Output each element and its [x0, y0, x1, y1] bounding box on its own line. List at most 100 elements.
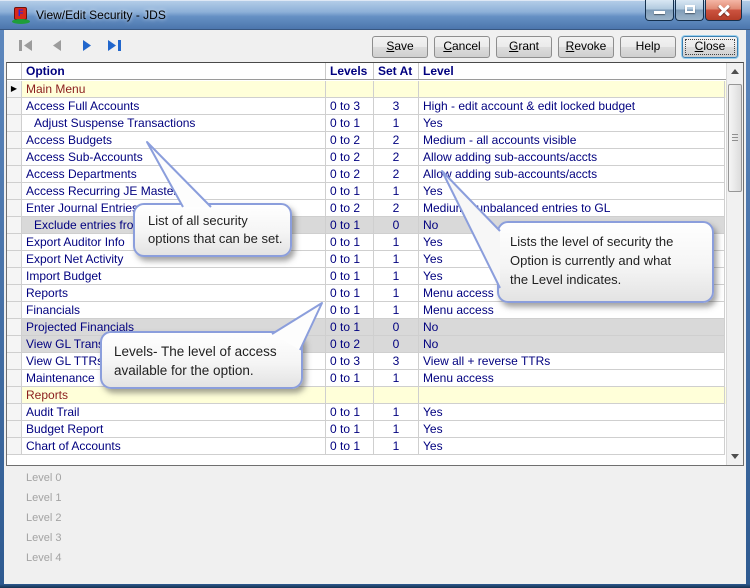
levels-cell[interactable]: 0 to 1 — [326, 421, 374, 438]
set-at-cell[interactable]: 2 — [374, 166, 419, 183]
level-cell[interactable]: Allow adding sub-accounts/accts — [419, 166, 725, 183]
row-indicator-arrow-icon[interactable]: ▶ — [7, 81, 22, 98]
grant-button[interactable]: Grant — [496, 36, 552, 58]
maximize-button[interactable] — [675, 0, 704, 21]
level-cell[interactable] — [419, 81, 725, 98]
option-cell[interactable]: Financials — [22, 302, 326, 319]
minimize-button[interactable] — [645, 0, 674, 21]
levels-cell[interactable]: 0 to 1 — [326, 268, 374, 285]
grid-row[interactable]: Audit Trail0 to 11Yes — [7, 404, 726, 421]
levels-cell[interactable]: 0 to 1 — [326, 115, 374, 132]
levels-cell[interactable]: 0 to 1 — [326, 183, 374, 200]
row-selector-cell[interactable] — [7, 149, 22, 166]
set-at-cell[interactable] — [374, 81, 419, 98]
revoke-button[interactable]: Revoke — [558, 36, 614, 58]
level-cell[interactable]: Allow adding sub-accounts/accts — [419, 149, 725, 166]
row-selector-cell[interactable] — [7, 285, 22, 302]
row-selector-cell[interactable] — [7, 268, 22, 285]
option-cell[interactable]: Access Departments — [22, 166, 326, 183]
app-icon[interactable] — [12, 6, 30, 24]
levels-cell[interactable]: 0 to 1 — [326, 438, 374, 455]
level-cell[interactable]: High - edit account & edit locked budget — [419, 98, 725, 115]
option-cell[interactable]: Access Sub-Accounts — [22, 149, 326, 166]
row-selector-cell[interactable] — [7, 200, 22, 217]
level-cell[interactable]: Menu access — [419, 370, 725, 387]
row-selector-cell[interactable] — [7, 421, 22, 438]
set-at-cell[interactable]: 0 — [374, 336, 419, 353]
option-cell[interactable]: Access Full Accounts — [22, 98, 326, 115]
save-button[interactable]: Save — [372, 36, 428, 58]
grid-row[interactable]: Access Recurring JE Masters0 to 11Yes — [7, 183, 726, 200]
set-at-cell[interactable]: 1 — [374, 285, 419, 302]
level-cell[interactable]: Yes — [419, 421, 725, 438]
row-selector-cell[interactable] — [7, 370, 22, 387]
row-selector-cell[interactable] — [7, 353, 22, 370]
set-at-cell[interactable]: 2 — [374, 149, 419, 166]
levels-cell[interactable] — [326, 387, 374, 404]
levels-cell[interactable]: 0 to 2 — [326, 149, 374, 166]
set-at-cell[interactable]: 1 — [374, 438, 419, 455]
option-cell[interactable]: Chart of Accounts — [22, 438, 326, 455]
grid-vertical-scrollbar[interactable] — [726, 63, 743, 465]
set-at-cell[interactable] — [374, 387, 419, 404]
grid-row[interactable]: Access Departments0 to 22Allow adding su… — [7, 166, 726, 183]
row-selector-cell[interactable] — [7, 132, 22, 149]
set-at-cell[interactable]: 1 — [374, 268, 419, 285]
option-cell[interactable]: Reports — [22, 285, 326, 302]
titlebar[interactable]: View/Edit Security - JDS — [0, 0, 750, 30]
set-at-cell[interactable]: 2 — [374, 200, 419, 217]
close-button[interactable]: Close — [682, 36, 738, 58]
set-at-cell[interactable]: 1 — [374, 115, 419, 132]
grid-row[interactable]: Access Full Accounts0 to 33High - edit a… — [7, 98, 726, 115]
grid-row[interactable]: Adjust Suspense Transactions0 to 11Yes — [7, 115, 726, 132]
level-cell[interactable]: Yes — [419, 404, 725, 421]
row-selector-cell[interactable] — [7, 234, 22, 251]
set-at-cell[interactable]: 3 — [374, 353, 419, 370]
levels-cell[interactable]: 0 to 1 — [326, 234, 374, 251]
option-cell[interactable]: Audit Trail — [22, 404, 326, 421]
row-selector-cell[interactable] — [7, 404, 22, 421]
set-at-cell[interactable]: 3 — [374, 98, 419, 115]
levels-cell[interactable]: 0 to 2 — [326, 200, 374, 217]
option-cell[interactable]: Access Recurring JE Masters — [22, 183, 326, 200]
levels-cell[interactable]: 0 to 2 — [326, 336, 374, 353]
levels-cell[interactable]: 0 to 1 — [326, 319, 374, 336]
row-selector-cell[interactable] — [7, 387, 22, 404]
row-selector-cell[interactable] — [7, 166, 22, 183]
level-cell[interactable]: Medium - all accounts visible — [419, 132, 725, 149]
levels-cell[interactable]: 0 to 1 — [326, 302, 374, 319]
first-record-button[interactable] — [18, 39, 34, 53]
row-selector-cell[interactable] — [7, 319, 22, 336]
levels-cell[interactable]: 0 to 2 — [326, 166, 374, 183]
grid-row[interactable]: ▶Main Menu — [7, 81, 726, 98]
option-cell[interactable]: Adjust Suspense Transactions — [22, 115, 326, 132]
row-selector-cell[interactable] — [7, 183, 22, 200]
scrollbar-up-button[interactable] — [727, 63, 743, 80]
levels-cell[interactable]: 0 to 2 — [326, 132, 374, 149]
level-cell[interactable]: No — [419, 336, 725, 353]
scrollbar-thumb[interactable] — [728, 84, 742, 192]
level-cell[interactable]: View all + reverse TTRs — [419, 353, 725, 370]
grid-row[interactable]: Enter Journal Entries0 to 22Medium - unb… — [7, 200, 726, 217]
set-at-cell[interactable]: 1 — [374, 370, 419, 387]
level-cell[interactable] — [419, 387, 725, 404]
last-record-button[interactable] — [106, 39, 122, 53]
levels-cell[interactable]: 0 to 3 — [326, 353, 374, 370]
set-at-cell[interactable]: 2 — [374, 132, 419, 149]
set-at-cell[interactable]: 0 — [374, 217, 419, 234]
levels-cell[interactable]: 0 to 1 — [326, 285, 374, 302]
level-cell[interactable]: Yes — [419, 115, 725, 132]
option-cell[interactable]: Reports — [22, 387, 326, 404]
option-cell[interactable]: Main Menu — [22, 81, 326, 98]
level-cell[interactable]: Yes — [419, 183, 725, 200]
cancel-button[interactable]: Cancel — [434, 36, 490, 58]
scrollbar-down-button[interactable] — [727, 448, 743, 465]
option-cell[interactable]: Budget Report — [22, 421, 326, 438]
grid-row[interactable]: Reports — [7, 387, 726, 404]
set-at-cell[interactable]: 1 — [374, 234, 419, 251]
row-selector-cell[interactable] — [7, 302, 22, 319]
previous-record-button[interactable] — [49, 39, 65, 53]
row-selector-cell[interactable] — [7, 98, 22, 115]
close-window-button[interactable] — [705, 0, 742, 21]
grid-row[interactable]: Chart of Accounts0 to 11Yes — [7, 438, 726, 455]
